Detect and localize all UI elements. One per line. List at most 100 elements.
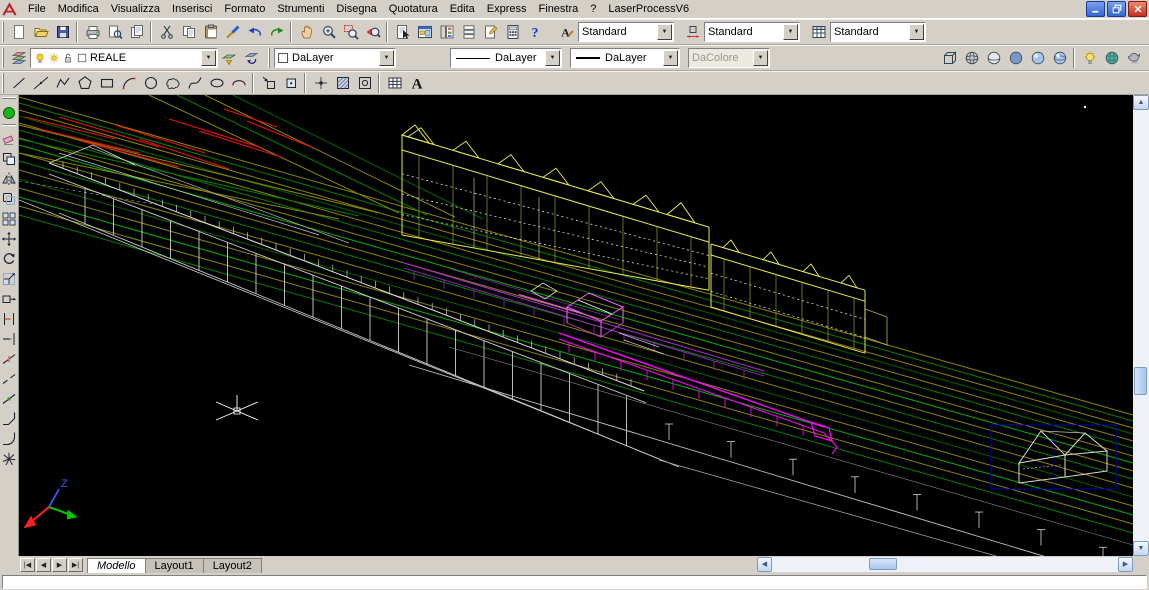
offset-button[interactable] bbox=[0, 189, 18, 209]
trim-button[interactable] bbox=[0, 309, 18, 329]
tab-layout1[interactable]: Layout1 bbox=[145, 558, 204, 573]
scroll-left-button[interactable]: ◀ bbox=[757, 557, 772, 572]
menu-item-finestra[interactable]: Finestra bbox=[533, 1, 585, 17]
paste-button[interactable] bbox=[200, 21, 222, 43]
make-block-button[interactable] bbox=[280, 72, 302, 94]
join-button[interactable] bbox=[0, 389, 18, 409]
undo-button[interactable] bbox=[244, 21, 266, 43]
mirror-button[interactable] bbox=[0, 169, 18, 189]
zoom-previous-button[interactable] bbox=[362, 21, 384, 43]
move-button[interactable] bbox=[0, 229, 18, 249]
scale-button[interactable] bbox=[0, 269, 18, 289]
sphere-flat-button[interactable] bbox=[1005, 47, 1027, 69]
sphere-gouraud-button[interactable] bbox=[1027, 47, 1049, 69]
model-space-view[interactable]: Z bbox=[19, 95, 1133, 556]
vertical-scrollbar[interactable]: ▲ ▼ bbox=[1133, 95, 1149, 556]
ellipse-button[interactable] bbox=[206, 72, 228, 94]
minimize-button[interactable] bbox=[1086, 1, 1105, 17]
fillet-button[interactable] bbox=[0, 429, 18, 449]
cut-button[interactable] bbox=[156, 21, 178, 43]
vertical-scroll-thumb[interactable] bbox=[1134, 367, 1147, 395]
menu-item-edita[interactable]: Edita bbox=[444, 1, 481, 17]
layer-thaw-icon[interactable] bbox=[48, 52, 61, 65]
menu-item-modifica[interactable]: Modifica bbox=[52, 1, 105, 17]
command-line-input[interactable] bbox=[2, 575, 1147, 589]
toolbar-grip[interactable] bbox=[2, 48, 6, 68]
copy-button[interactable] bbox=[178, 21, 200, 43]
explode-button[interactable] bbox=[0, 449, 18, 469]
chamfer-button[interactable] bbox=[0, 409, 18, 429]
hatch-button[interactable] bbox=[332, 72, 354, 94]
make-object-layer-current-button[interactable] bbox=[218, 47, 240, 69]
plot-preview-button[interactable] bbox=[104, 21, 126, 43]
zoom-realtime-button[interactable] bbox=[318, 21, 340, 43]
table-button[interactable] bbox=[384, 72, 406, 94]
menu-item-express[interactable]: Express bbox=[481, 1, 533, 17]
horizontal-scrollbar[interactable]: ◀ ▶ bbox=[757, 557, 1133, 572]
rectangle-button[interactable] bbox=[96, 72, 118, 94]
table-style-combo[interactable]: Standard ▼ bbox=[830, 22, 926, 42]
array-button[interactable] bbox=[0, 209, 18, 229]
extend-button[interactable] bbox=[0, 329, 18, 349]
chevron-down-icon[interactable]: ▼ bbox=[783, 24, 798, 40]
scroll-down-button[interactable]: ▼ bbox=[1133, 541, 1149, 556]
linetype-combo[interactable]: DaLayer ▼ bbox=[450, 48, 562, 68]
break-at-point-button[interactable] bbox=[0, 349, 18, 369]
insert-block-button[interactable] bbox=[258, 72, 280, 94]
sheet-set-manager-button[interactable] bbox=[458, 21, 480, 43]
lineweight-combo[interactable]: DaLayer ▼ bbox=[570, 48, 680, 68]
toolbar-grip[interactable] bbox=[2, 22, 6, 42]
polygon-button[interactable] bbox=[74, 72, 96, 94]
3d-box-button[interactable] bbox=[939, 47, 961, 69]
text-style-button[interactable]: A bbox=[556, 21, 578, 43]
scroll-up-button[interactable]: ▲ bbox=[1133, 95, 1149, 110]
quick-calc-button[interactable] bbox=[502, 21, 524, 43]
chevron-down-icon[interactable]: ▼ bbox=[663, 50, 678, 66]
multiline-text-button[interactable]: A bbox=[406, 72, 428, 94]
tool-palettes-button[interactable] bbox=[436, 21, 458, 43]
color-combo[interactable]: DaLayer ▼ bbox=[274, 48, 396, 68]
ellipse-arc-button[interactable] bbox=[228, 72, 250, 94]
previous-tab-button[interactable]: ◀ bbox=[36, 558, 51, 572]
menu-item-file[interactable]: File bbox=[22, 1, 52, 17]
last-tab-button[interactable]: ▶| bbox=[68, 558, 83, 572]
toolbar-grip[interactable] bbox=[268, 48, 272, 68]
tab-layout2[interactable]: Layout2 bbox=[203, 558, 262, 573]
erase-button[interactable] bbox=[0, 129, 18, 149]
construction-line-button[interactable] bbox=[30, 72, 52, 94]
horizontal-scroll-thumb[interactable] bbox=[869, 558, 897, 570]
layer-on-icon[interactable] bbox=[34, 52, 47, 65]
next-tab-button[interactable]: ▶ bbox=[52, 558, 67, 572]
dim-style-button[interactable] bbox=[682, 21, 704, 43]
toolbar-grip[interactable] bbox=[2, 73, 6, 93]
region-button[interactable] bbox=[354, 72, 376, 94]
publish-button[interactable] bbox=[126, 21, 148, 43]
copy-object-button[interactable] bbox=[0, 149, 18, 169]
match-properties-button[interactable] bbox=[222, 21, 244, 43]
tab-modello[interactable]: Modello bbox=[87, 558, 146, 573]
layer-unlock-icon[interactable] bbox=[62, 52, 75, 65]
drawing-canvas[interactable]: Z bbox=[19, 95, 1133, 556]
markup-button[interactable] bbox=[480, 21, 502, 43]
light-button[interactable] bbox=[1079, 47, 1101, 69]
chevron-down-icon[interactable]: ▼ bbox=[201, 50, 216, 66]
menu-item-inserisci[interactable]: Inserisci bbox=[166, 1, 218, 17]
close-button[interactable] bbox=[1128, 1, 1147, 17]
materials-button[interactable] bbox=[1101, 47, 1123, 69]
toolbar-grip[interactable] bbox=[2, 97, 16, 101]
chevron-down-icon[interactable]: ▼ bbox=[545, 50, 560, 66]
chevron-down-icon[interactable]: ▼ bbox=[657, 24, 672, 40]
sphere-wireframe-button[interactable] bbox=[961, 47, 983, 69]
render-button[interactable] bbox=[1123, 47, 1145, 69]
layer-combo[interactable]: REALE ▼ bbox=[30, 48, 218, 68]
properties-button[interactable] bbox=[392, 21, 414, 43]
arc-button[interactable] bbox=[118, 72, 140, 94]
menu-item--[interactable]: ? bbox=[584, 1, 602, 17]
scroll-right-button[interactable]: ▶ bbox=[1118, 557, 1133, 572]
rotate-button[interactable] bbox=[0, 249, 18, 269]
layer-properties-button[interactable] bbox=[8, 47, 30, 69]
menu-item-strumenti[interactable]: Strumenti bbox=[271, 1, 330, 17]
sphere-hidden-button[interactable] bbox=[983, 47, 1005, 69]
new-button[interactable] bbox=[8, 21, 30, 43]
revision-cloud-button[interactable] bbox=[162, 72, 184, 94]
